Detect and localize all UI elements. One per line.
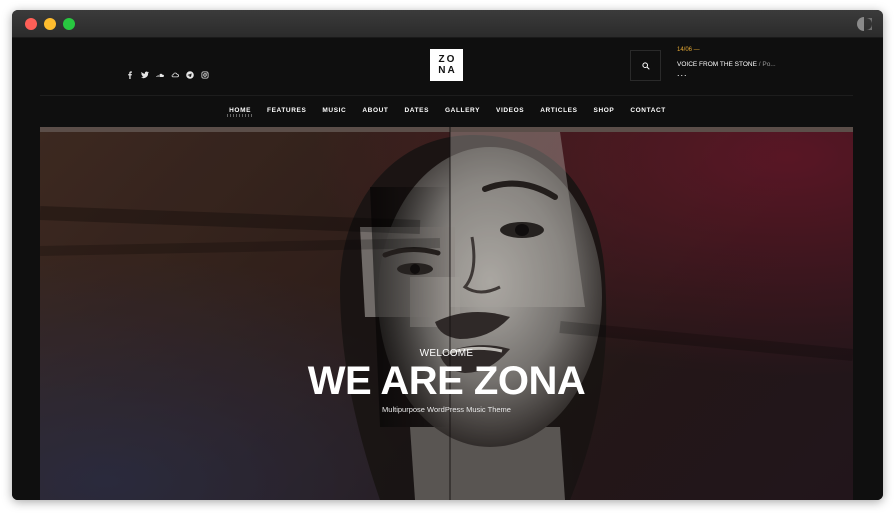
hero-title: WE ARE ZONA (307, 359, 586, 403)
nav-videos[interactable]: VIDEOS (496, 107, 524, 117)
close-window-button[interactable] (25, 18, 37, 30)
latest-news[interactable]: 14/06 — VOICE FROM THE STONE / Po... ... (677, 47, 837, 78)
app-mark-icon (857, 17, 872, 31)
nav-home[interactable]: HOME (227, 107, 253, 117)
site-logo[interactable]: ZO NA (430, 49, 463, 81)
news-title[interactable]: VOICE FROM THE STONE / Po... (677, 61, 837, 68)
nav-about[interactable]: ABOUT (362, 107, 388, 117)
browser-window: ZO NA 14/06 — VOICE FROM THE STONE / Po.… (12, 10, 883, 500)
minimize-window-button[interactable] (44, 18, 56, 30)
soundcloud-icon[interactable] (155, 70, 164, 79)
telegram-icon[interactable] (185, 70, 194, 79)
logo-line-2: NA (438, 65, 457, 76)
main-nav: HOME FEATURES MUSIC ABOUT DATES GALLERY … (12, 107, 883, 117)
news-more-dots[interactable]: ... (677, 69, 837, 78)
nav-dates[interactable]: DATES (404, 107, 429, 117)
news-date: 14/06 — (677, 47, 700, 53)
hero-subtitle: Multipurpose WordPress Music Theme (382, 405, 511, 414)
news-title-text: VOICE FROM THE STONE (677, 61, 757, 68)
maximize-window-button[interactable] (63, 18, 75, 30)
nav-gallery[interactable]: GALLERY (445, 107, 480, 117)
header-divider (40, 95, 853, 96)
nav-music[interactable]: MUSIC (322, 107, 346, 117)
nav-contact[interactable]: CONTACT (630, 107, 666, 117)
social-links (125, 70, 209, 79)
nav-articles[interactable]: ARTICLES (540, 107, 577, 117)
search-icon (641, 61, 650, 70)
facebook-icon[interactable] (125, 70, 134, 79)
hero-eyebrow: WELCOME (419, 348, 474, 359)
logo-line-1: ZO (438, 54, 457, 65)
nav-features[interactable]: FEATURES (267, 107, 306, 117)
search-button[interactable] (630, 50, 661, 81)
twitter-icon[interactable] (140, 70, 149, 79)
instagram-icon[interactable] (200, 70, 209, 79)
nav-shop[interactable]: SHOP (594, 107, 615, 117)
news-subtitle: / Po... (758, 61, 776, 68)
website: ZO NA 14/06 — VOICE FROM THE STONE / Po.… (12, 38, 883, 500)
cloud-icon[interactable] (170, 70, 179, 79)
hero-banner: WELCOME WE ARE ZONA Multipurpose WordPre… (40, 127, 853, 500)
title-bar (12, 10, 883, 38)
hero-portrait-image (40, 127, 853, 500)
